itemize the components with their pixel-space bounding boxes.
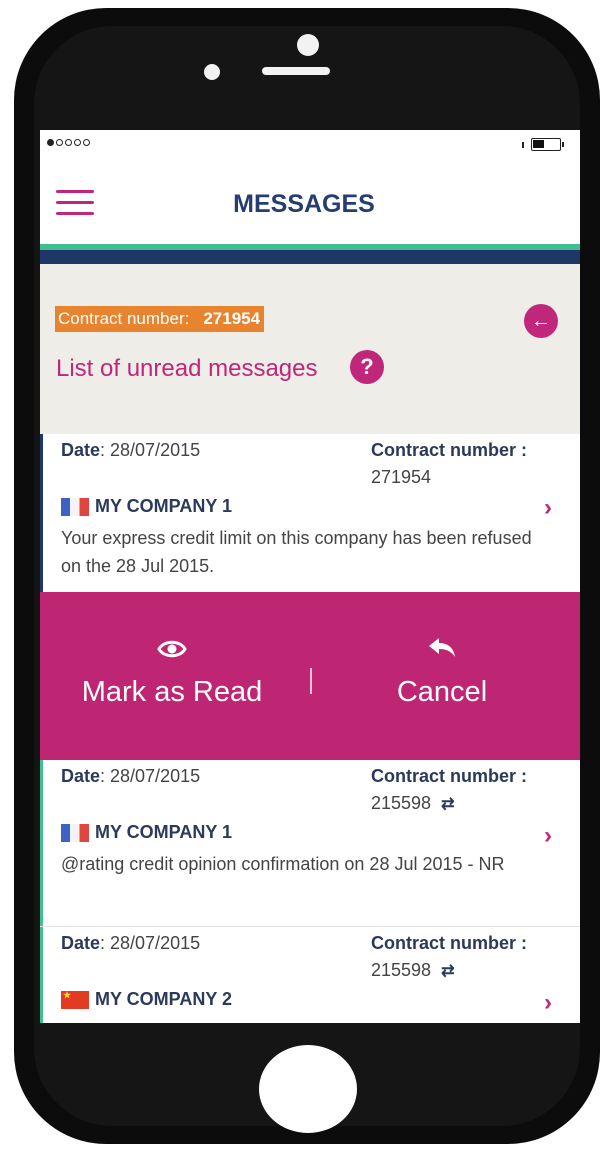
mark-as-read-button[interactable]: Mark as Read xyxy=(40,592,304,760)
message-read-bar xyxy=(40,760,43,926)
message-item[interactable]: Date: 28/07/2015 Contract number : 21559… xyxy=(40,927,580,1023)
app-header: MESSAGES xyxy=(40,162,580,244)
back-arrow-icon[interactable]: ← xyxy=(524,304,558,338)
message-company: MY COMPANY 1 xyxy=(61,822,232,843)
message-company: MY COMPANY 1 xyxy=(61,496,232,517)
contract-panel: Contract number: 271954 ← List of unread … xyxy=(40,264,580,434)
swipe-action-bar: Mark as Read Cancel xyxy=(40,592,580,760)
message-unread-bar xyxy=(40,434,43,592)
contract-number-value: 271954 xyxy=(203,309,261,328)
chevron-right-icon[interactable]: › xyxy=(544,494,552,522)
message-text: Your express credit limit on this compan… xyxy=(61,528,532,576)
status-bar xyxy=(40,130,580,160)
message-contract-label: Contract number : xyxy=(371,766,528,786)
cancel-button[interactable]: Cancel xyxy=(310,592,574,760)
message-company: MY COMPANY 2 xyxy=(61,989,232,1010)
message-contract-number: 215598 ⇄ xyxy=(371,960,455,980)
message-text: @rating credit opinion confirmation on 2… xyxy=(61,854,505,874)
message-contract-number: 215598 ⇄ xyxy=(371,793,455,813)
message-date: Date: 28/07/2015 xyxy=(61,440,201,460)
charging-tick xyxy=(522,142,524,148)
contract-label-text: Contract number: xyxy=(58,309,190,328)
message-item[interactable]: Date: 28/07/2015 Contract number : 21559… xyxy=(40,760,580,926)
message-date: Date: 28/07/2015 xyxy=(61,766,201,786)
message-contract-number: 271954 xyxy=(371,467,432,487)
message-contract-label: Contract number : xyxy=(371,440,528,460)
reply-arrow-icon xyxy=(310,636,574,666)
message-item[interactable]: Date: 28/07/2015 Contract number : 27195… xyxy=(40,434,580,592)
flag-france-icon xyxy=(61,823,89,842)
header-stripe-navy xyxy=(40,250,580,264)
eye-icon xyxy=(40,636,304,666)
speaker-grille xyxy=(262,67,330,75)
cancel-label: Cancel xyxy=(396,676,488,708)
contract-number-label: Contract number: 271954 xyxy=(55,306,265,332)
signal-strength-icon xyxy=(47,139,90,146)
swap-arrows-icon: ⇄ xyxy=(441,796,455,813)
sensor-icon xyxy=(204,64,220,80)
battery-icon xyxy=(531,138,564,151)
swap-arrows-icon: ⇄ xyxy=(441,963,455,980)
flag-china-icon xyxy=(61,990,89,1009)
message-date: Date: 28/07/2015 xyxy=(61,933,201,953)
chevron-right-icon[interactable]: › xyxy=(544,822,552,850)
app-screen: MESSAGES Contract number: 271954 ← List o… xyxy=(40,130,580,1023)
message-contract-label: Contract number : xyxy=(371,933,528,953)
mark-as-read-label: Mark as Read xyxy=(81,676,263,708)
home-button[interactable] xyxy=(259,1045,357,1133)
message-read-bar xyxy=(40,927,43,1023)
flag-france-icon xyxy=(61,497,89,516)
help-icon[interactable]: ? xyxy=(350,350,384,384)
chevron-right-icon[interactable]: › xyxy=(544,989,552,1017)
camera-icon xyxy=(297,34,319,56)
page-title: MESSAGES xyxy=(233,190,375,218)
unread-messages-title: List of unread messages xyxy=(56,355,318,382)
